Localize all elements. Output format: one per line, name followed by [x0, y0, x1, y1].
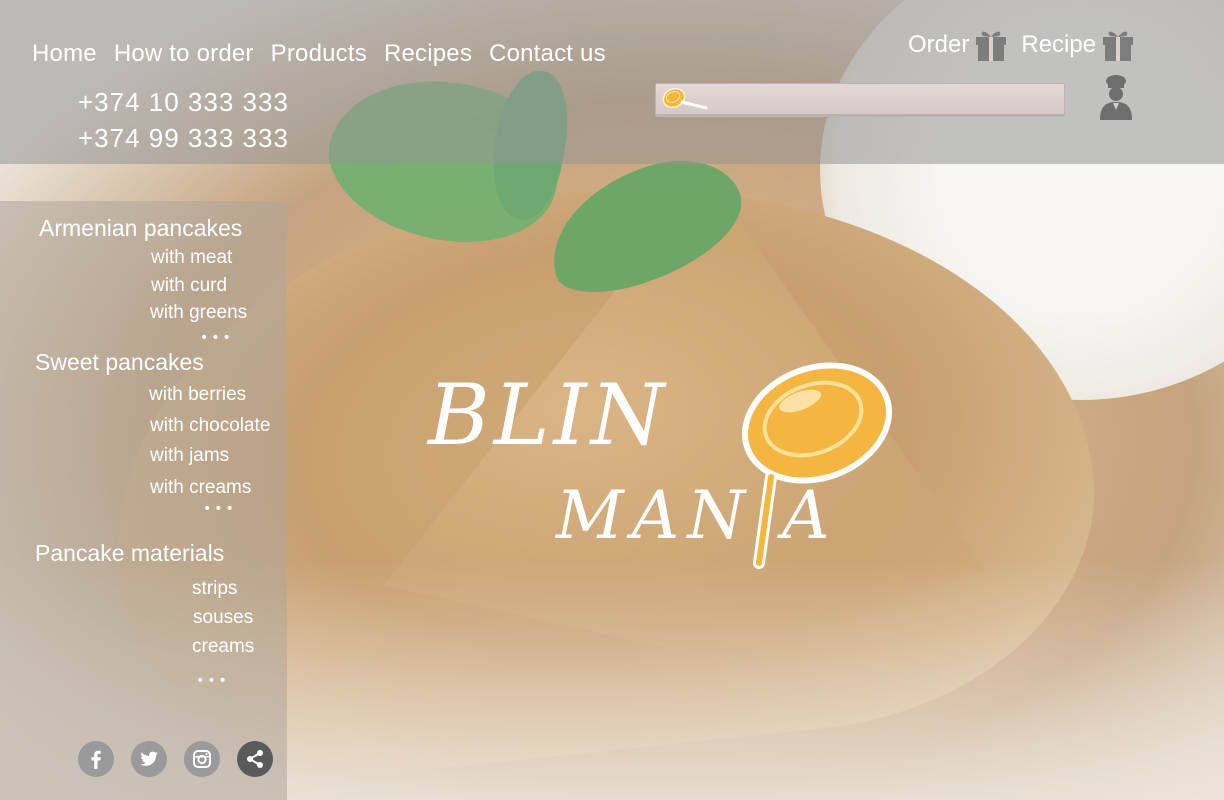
- more-dots[interactable]: •••: [200, 330, 234, 346]
- share-icon: [247, 750, 263, 768]
- gift-icon: [976, 31, 1007, 61]
- twitter-button[interactable]: [131, 741, 167, 777]
- share-button[interactable]: [237, 741, 273, 777]
- subcategory-item[interactable]: with curd: [151, 275, 227, 297]
- recipe-label: Recipe: [1021, 31, 1097, 58]
- subcategory-item[interactable]: with jams: [150, 445, 229, 467]
- logo-text-line1: BLIN: [428, 366, 669, 464]
- frying-pan-icon: [662, 87, 708, 110]
- social-links: [78, 741, 290, 777]
- category-sweet-pancakes[interactable]: Sweet pancakes: [35, 349, 204, 376]
- category-pancake-materials[interactable]: Pancake materials: [35, 540, 224, 567]
- subcategory-item[interactable]: with greens: [150, 302, 247, 324]
- instagram-button[interactable]: [184, 741, 220, 777]
- subcategory-item[interactable]: with creams: [150, 477, 251, 499]
- frying-pan-icon: [741, 362, 893, 569]
- subcategory-item[interactable]: strips: [192, 578, 237, 600]
- nav-home[interactable]: Home: [32, 40, 97, 68]
- subcategory-item[interactable]: creams: [192, 636, 254, 658]
- blinomania-logo: BLIN MAN A: [420, 355, 900, 575]
- subcategory-item[interactable]: with chocolate: [150, 415, 270, 437]
- order-label: Order: [908, 31, 970, 58]
- facebook-icon: [91, 750, 101, 769]
- nav-how-to-order[interactable]: How to order: [114, 40, 254, 68]
- chef-user-icon[interactable]: [1096, 74, 1136, 120]
- header-actions: Order Recipe: [908, 28, 1148, 62]
- subcategory-item[interactable]: with meat: [151, 247, 232, 269]
- more-dots[interactable]: •••: [203, 501, 237, 517]
- subcategory-item[interactable]: souses: [193, 607, 253, 629]
- gift-icon: [1103, 31, 1134, 61]
- header-bar: Home How to order Products Recipes Conta…: [0, 0, 1224, 164]
- instagram-icon: [193, 750, 211, 768]
- category-armenian-pancakes[interactable]: Armenian pancakes: [39, 215, 242, 242]
- phone-number[interactable]: +374 99 333 333: [78, 120, 289, 156]
- order-button[interactable]: Order: [908, 28, 1007, 62]
- nav-products[interactable]: Products: [271, 40, 367, 68]
- nav-contact-us[interactable]: Contact us: [489, 40, 606, 68]
- more-dots[interactable]: •••: [196, 673, 230, 689]
- category-sidebar: Armenian pancakes with meat with curd wi…: [0, 201, 287, 800]
- twitter-icon: [140, 751, 158, 766]
- search-input[interactable]: [655, 83, 1065, 117]
- facebook-button[interactable]: [78, 741, 114, 777]
- subcategory-item[interactable]: with berries: [149, 384, 246, 406]
- recipe-button[interactable]: Recipe: [1021, 28, 1134, 62]
- phone-numbers: +374 10 333 333 +374 99 333 333: [78, 84, 289, 156]
- nav-recipes[interactable]: Recipes: [384, 40, 472, 68]
- phone-number[interactable]: +374 10 333 333: [78, 84, 289, 120]
- main-nav: Home How to order Products Recipes Conta…: [32, 40, 623, 68]
